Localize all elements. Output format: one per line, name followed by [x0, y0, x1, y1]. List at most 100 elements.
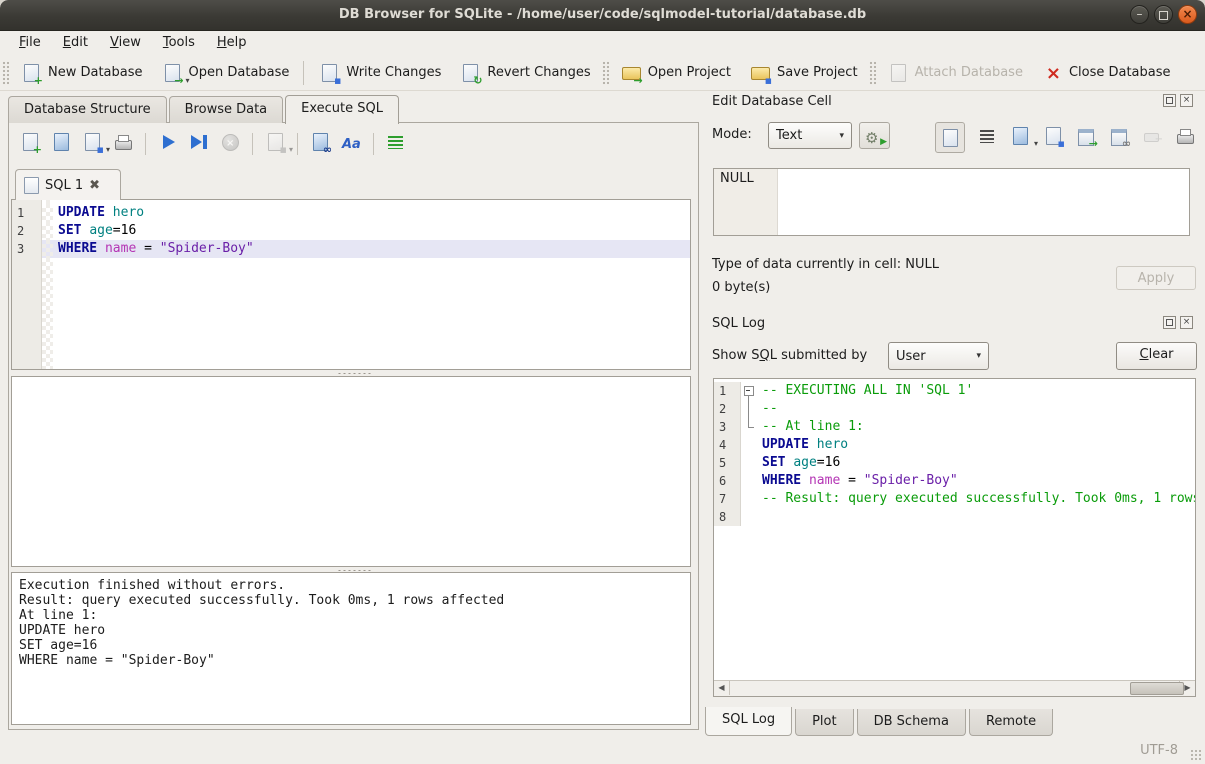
log-line[interactable]: 4UPDATE hero [714, 436, 1195, 454]
menu-item-edit[interactable]: Edit [52, 32, 99, 54]
tab-close-icon[interactable]: ✖ [89, 178, 100, 193]
scrollbar-track[interactable] [730, 681, 1179, 696]
cell-type-info: Type of data currently in cell: NULL [712, 257, 939, 272]
save-results-button[interactable]: ▪▾ [264, 131, 286, 157]
link-cell-data-button[interactable]: ∞ [1108, 125, 1130, 151]
document-icon [24, 177, 39, 194]
attach-database-button[interactable]: Attach Database [878, 59, 1032, 87]
log-line[interactable]: 5 SET age=16 [714, 454, 1195, 472]
line-number: 2 [714, 400, 741, 418]
log-line[interactable]: 2 -- [714, 400, 1195, 418]
float-dock-icon[interactable] [1163, 94, 1176, 107]
execute-all-button[interactable] [157, 131, 179, 157]
sql-editor[interactable]: 1UPDATE hero2SET age=163WHERE name = "Sp… [11, 199, 691, 370]
log-line[interactable]: 1-- EXECUTING ALL IN 'SQL 1' [714, 382, 1195, 400]
set-null-button[interactable]: − [1141, 125, 1163, 151]
scroll-left-icon[interactable]: ◀ [714, 681, 730, 695]
menu-item-tools[interactable]: Tools [152, 32, 206, 54]
print-sql-button[interactable] [112, 131, 134, 157]
new-database-button[interactable]: +New Database [11, 59, 152, 87]
revert-changes-button[interactable]: ↻Revert Changes [450, 59, 599, 87]
indent-format-button[interactable] [385, 131, 407, 157]
import-cell-data-button[interactable]: → [1075, 125, 1097, 151]
dock-tab-db-schema[interactable]: DB Schema [857, 709, 966, 736]
code-text: SET age=16 [757, 454, 1195, 472]
code-text [757, 508, 1195, 526]
code-text: UPDATE hero [53, 204, 690, 222]
editor-line[interactable]: 3WHERE name = "Spider-Boy" [12, 240, 690, 258]
code-text: -- [757, 400, 1195, 418]
auto-switch-button[interactable]: ⚙▶ [859, 122, 890, 149]
cell-mode-row: Mode: Text ▾ ⚙▶ ▾▪→∞− [705, 122, 1197, 153]
write-changes-icon: ▪ [318, 62, 340, 84]
execute-current-line-button[interactable] [188, 131, 210, 157]
new-database-icon: + [20, 62, 42, 84]
open-project-button[interactable]: →Open Project [611, 59, 740, 87]
open-sql-file-button[interactable] [50, 131, 72, 157]
menu-item-help[interactable]: Help [206, 32, 258, 54]
save-project-button[interactable]: ▪Save Project [740, 59, 867, 87]
submitted-by-value: User [896, 349, 926, 364]
log-line[interactable]: 3-- At line 1: [714, 418, 1195, 436]
mode-select[interactable]: Text ▾ [768, 122, 852, 149]
log-line[interactable]: 6WHERE name = "Spider-Boy" [714, 472, 1195, 490]
word-case-button[interactable]: Aa [340, 131, 362, 157]
tab-browse-data[interactable]: Browse Data [169, 96, 284, 123]
text-mode-toggle-button[interactable] [935, 122, 965, 153]
fold-collapse-icon[interactable] [744, 386, 754, 396]
scrollbar-thumb[interactable] [1130, 682, 1184, 695]
save-cell-file-button[interactable]: ▪ [1042, 125, 1064, 151]
close-dock-icon[interactable]: × [1180, 94, 1193, 107]
close-database-button[interactable]: ×Close Database [1032, 59, 1180, 87]
message-line: WHERE name = "Spider-Boy" [19, 653, 683, 668]
word-wrap-button[interactable] [976, 125, 998, 151]
sql-document-tab[interactable]: SQL 1 ✖ [15, 169, 121, 200]
print-cell-button[interactable] [1174, 125, 1196, 151]
menu-item-file[interactable]: File [8, 32, 52, 54]
tab-database-structure[interactable]: Database Structure [8, 96, 167, 123]
open-database-button[interactable]: →▾Open Database [152, 59, 299, 87]
editor-line[interactable]: 2SET age=16 [12, 222, 690, 240]
fold-margin [42, 222, 53, 240]
line-number: 5 [714, 454, 741, 472]
submitted-by-select[interactable]: User ▾ [888, 342, 989, 370]
log-line[interactable]: 8 [714, 508, 1195, 526]
cell-edit-area[interactable] [778, 169, 1189, 235]
fold-margin[interactable] [741, 382, 757, 400]
maximize-icon[interactable] [1154, 5, 1173, 24]
editor-line[interactable]: 1UPDATE hero [12, 204, 690, 222]
open-cell-file-button[interactable]: ▾ [1009, 125, 1031, 151]
toolbar-handle [869, 61, 876, 85]
tab-execute-sql[interactable]: Execute SQL [285, 95, 399, 124]
close-dock-icon[interactable]: × [1180, 316, 1193, 329]
maximize-glyph [1159, 11, 1168, 20]
resize-grip[interactable] [1190, 749, 1202, 761]
dock-tab-remote[interactable]: Remote [969, 709, 1053, 736]
float-dock-icon[interactable] [1163, 316, 1176, 329]
save-project-label: Save Project [777, 65, 858, 80]
dock-tab-plot[interactable]: Plot [795, 709, 854, 736]
link-cell-data-icon: ∞ [1108, 125, 1130, 147]
sql-tab-label: SQL 1 [45, 178, 83, 193]
stop-execution-button[interactable]: × [219, 131, 241, 157]
find-replace-button[interactable]: ∞ [309, 131, 331, 157]
sql-log-filter-row: Show SQL submitted by User ▾ Clear [705, 342, 1197, 371]
horizontal-scrollbar[interactable]: ◀ ▶ [714, 680, 1195, 696]
minimize-icon[interactable]: – [1130, 5, 1149, 24]
write-changes-button[interactable]: ▪Write Changes [309, 59, 450, 87]
dock-tab-sql-log[interactable]: SQL Log [705, 707, 792, 736]
close-icon[interactable]: × [1178, 5, 1197, 24]
new-sql-tab-button[interactable]: + [19, 131, 41, 157]
save-sql-file-button[interactable]: ▪▾ [81, 131, 103, 157]
clear-button[interactable]: Clear [1116, 342, 1197, 370]
sql-editor-toolbar: + ▪▾ × ▪▾ ∞ Aa [19, 131, 407, 157]
apply-button[interactable]: Apply [1116, 266, 1196, 290]
cell-editor-box[interactable]: NULL [713, 168, 1190, 236]
word-case-icon: Aa [340, 131, 362, 153]
sql-log-content[interactable]: 1-- EXECUTING ALL IN 'SQL 1'2 --3-- At li… [714, 379, 1195, 681]
find-replace-icon: ∞ [309, 131, 331, 153]
toolbar-handle [602, 61, 609, 85]
encoding-indicator: UTF-8 [1140, 743, 1178, 758]
menu-item-view[interactable]: View [99, 32, 152, 54]
log-line[interactable]: 7-- Result: query executed successfully.… [714, 490, 1195, 508]
